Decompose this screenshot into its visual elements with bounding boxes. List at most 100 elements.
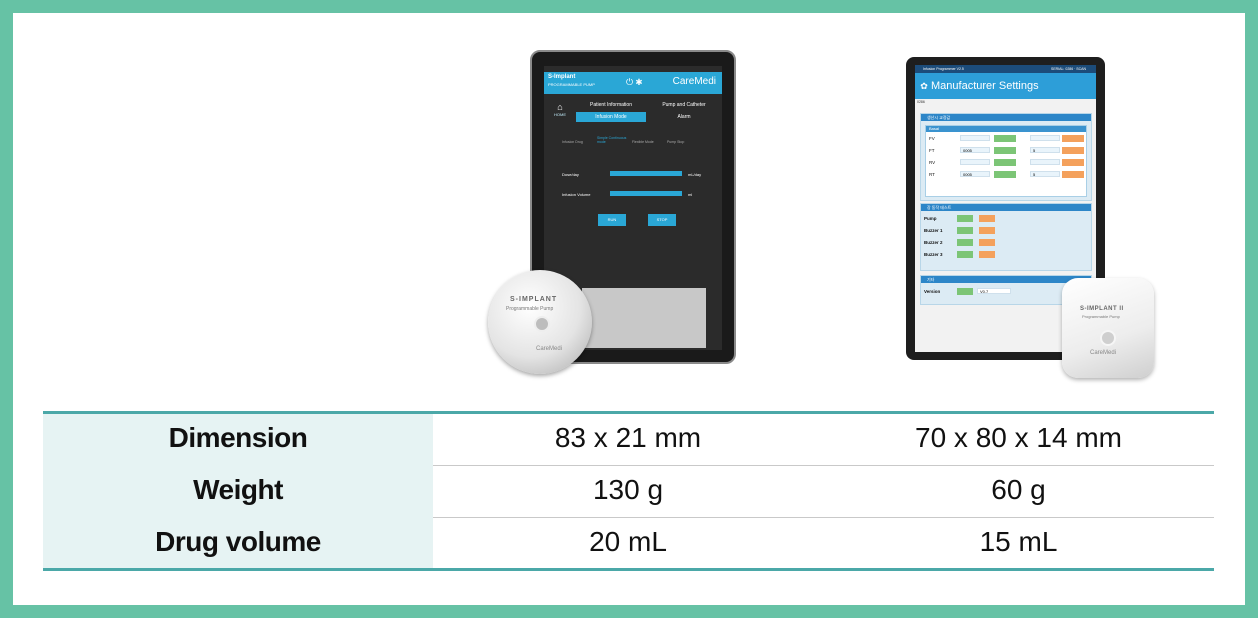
volume-input[interactable]	[610, 191, 682, 196]
test-section: 장 동작 테스트 Pump Buzzer 1 Buzzer 2 Buzzer 3	[920, 203, 1092, 271]
ft-field-2[interactable]: 5	[1030, 147, 1060, 153]
pump-on-button[interactable]	[957, 215, 973, 222]
tab-infusion-mode[interactable]: Infusion Mode	[576, 112, 646, 122]
stop-button[interactable]: STOP	[648, 214, 676, 226]
dimension-device1: 83 x 21 mm	[554, 422, 702, 453]
calibration-section: 생산시 교정값 Basal FV FT 0005 5 RV RT 0005 5	[920, 113, 1092, 201]
drug-volume-device1: 20 mL	[589, 526, 667, 557]
pump2-sub: Programmable Pump	[1082, 314, 1120, 319]
run-button[interactable]: RUN	[598, 214, 626, 226]
tab-alarm[interactable]: Alarm	[648, 112, 720, 122]
test-buzzer2-label: Buzzer 2	[924, 240, 943, 245]
test-header: 장 동작 테스트	[921, 204, 1091, 211]
dose-input[interactable]	[610, 171, 682, 176]
tab-pump-and-catheter[interactable]: Pump and Catheter	[648, 100, 720, 110]
settings-title-bar: ✿ Manufacturer Settings	[915, 73, 1096, 99]
brand-sub: PROGRAMMABLE PUMP	[548, 82, 595, 87]
serial-text: 0286	[917, 100, 925, 104]
gear-icon: ✿	[920, 81, 928, 91]
home-button[interactable]: ⌂ HOME	[548, 102, 572, 126]
table-row: Dimension 83 x 21 mm 70 x 80 x 14 mm	[43, 412, 1214, 464]
table-bottom-rule	[43, 568, 1214, 571]
dose-unit: mL/day	[688, 172, 702, 177]
buzzer1-off-button[interactable]	[979, 227, 995, 234]
s-implant-ii-pump-image: S-IMPLANT II Programmable Pump CareMedi	[1062, 278, 1154, 378]
buzzer3-off-button[interactable]	[979, 251, 995, 258]
s-implant-pump-image: S-IMPLANT Programmable Pump CareMedi	[488, 270, 592, 374]
row-rv-label: RV	[929, 160, 936, 165]
buzzer3-on-button[interactable]	[957, 251, 973, 258]
page-title: Manufacturer Settings	[931, 80, 1039, 92]
table-row: Weight 130 g 60 g	[43, 464, 1214, 516]
test-pump-label: Pump	[924, 216, 937, 221]
fv-write-button[interactable]	[1062, 135, 1084, 142]
weight-device1: 130 g	[592, 474, 664, 505]
table-divider	[433, 517, 1214, 518]
app-brand: S-Implant PROGRAMMABLE PUMP	[548, 74, 595, 88]
brand-name: S-Implant	[548, 74, 576, 80]
version-read-button[interactable]	[957, 288, 973, 295]
row-label-drug-volume: Drug volume	[43, 516, 433, 568]
table-top-rule	[43, 411, 1214, 414]
info-panel	[582, 288, 706, 348]
test-buzzer1-label: Buzzer 1	[924, 228, 943, 233]
pump-label: S-IMPLANT	[510, 296, 558, 303]
ft-read-button[interactable]	[994, 147, 1016, 154]
home-icon: ⌂	[557, 102, 563, 112]
bluetooth-icon[interactable]: ⏻ ✱	[626, 77, 642, 88]
mode-simple-continuous[interactable]: Simple Continuous mode	[597, 136, 631, 144]
row-rt-label: RT	[929, 172, 935, 177]
dose-label: Dose/day	[562, 172, 579, 177]
buzzer2-on-button[interactable]	[957, 239, 973, 246]
row-label-dimension: Dimension	[43, 412, 433, 464]
table-row: Drug volume 20 mL 15 mL	[43, 516, 1214, 568]
caremedi-logo: CareMedi	[672, 76, 716, 87]
pump2-logo: CareMedi	[1090, 350, 1117, 356]
spec-table: Dimension 83 x 21 mm 70 x 80 x 14 mm Wei…	[43, 412, 1214, 568]
pump-sub: Programmable Pump	[506, 306, 554, 312]
rt-write-button[interactable]	[1062, 171, 1084, 178]
status-bar: Infusion Programmer V2.5 SERIAL: 0286 · …	[915, 65, 1096, 73]
mode-infusion-drug[interactable]: Infusion Drug	[562, 140, 596, 144]
pump-port-icon	[534, 316, 550, 332]
weight-device2: 60 g	[991, 474, 1046, 505]
mode-pump-stop[interactable]: Pump Stop	[667, 140, 701, 144]
rv-write-button[interactable]	[1062, 159, 1084, 166]
volume-label: Infusion Volume	[562, 192, 591, 197]
rv-read-button[interactable]	[994, 159, 1016, 166]
mode-selector: Infusion Drug Simple Continuous mode Fle…	[562, 136, 712, 150]
volume-unit: ml	[688, 192, 693, 197]
rt-read-button[interactable]	[994, 171, 1016, 178]
basal-panel: Basal FV FT 0005 5 RV RT 0005 5	[925, 125, 1087, 197]
pump2-label: S-IMPLANT II	[1080, 306, 1124, 312]
home-label: HOME	[554, 112, 566, 117]
fv-field-2[interactable]	[1030, 135, 1060, 141]
rt-field[interactable]: 0005	[960, 171, 990, 177]
pump-off-button[interactable]	[979, 215, 995, 222]
dimension-device2: 70 x 80 x 14 mm	[915, 422, 1122, 453]
tab-patient-information[interactable]: Patient Information	[576, 100, 646, 110]
status-left: Infusion Programmer V2.5	[923, 67, 964, 71]
status-right: SERIAL: 0286 · SCAN	[1050, 67, 1086, 71]
version-label: Version	[924, 289, 941, 294]
fv-read-button[interactable]	[994, 135, 1016, 142]
ft-field[interactable]: 0005	[960, 147, 990, 153]
mode-flexible[interactable]: Flexible Mode	[632, 140, 666, 144]
buzzer1-on-button[interactable]	[957, 227, 973, 234]
rv-field-2[interactable]	[1030, 159, 1060, 165]
row-label-weight: Weight	[43, 464, 433, 516]
basal-header: Basal	[926, 126, 1086, 132]
app-header: S-Implant PROGRAMMABLE PUMP ⏻ ✱ CareMedi	[544, 72, 722, 94]
row-ft-label: FT	[929, 148, 935, 153]
version-value: V0.7	[977, 288, 1011, 294]
rt-field-2[interactable]: 5	[1030, 171, 1060, 177]
ft-write-button[interactable]	[1062, 147, 1084, 154]
fv-field[interactable]	[960, 135, 990, 141]
rv-field[interactable]	[960, 159, 990, 165]
drug-volume-device2: 15 mL	[979, 526, 1058, 557]
pump2-port-icon	[1100, 330, 1116, 346]
test-buzzer3-label: Buzzer 3	[924, 252, 943, 257]
buzzer2-off-button[interactable]	[979, 239, 995, 246]
row-fv-label: FV	[929, 136, 935, 141]
table-divider	[433, 465, 1214, 466]
